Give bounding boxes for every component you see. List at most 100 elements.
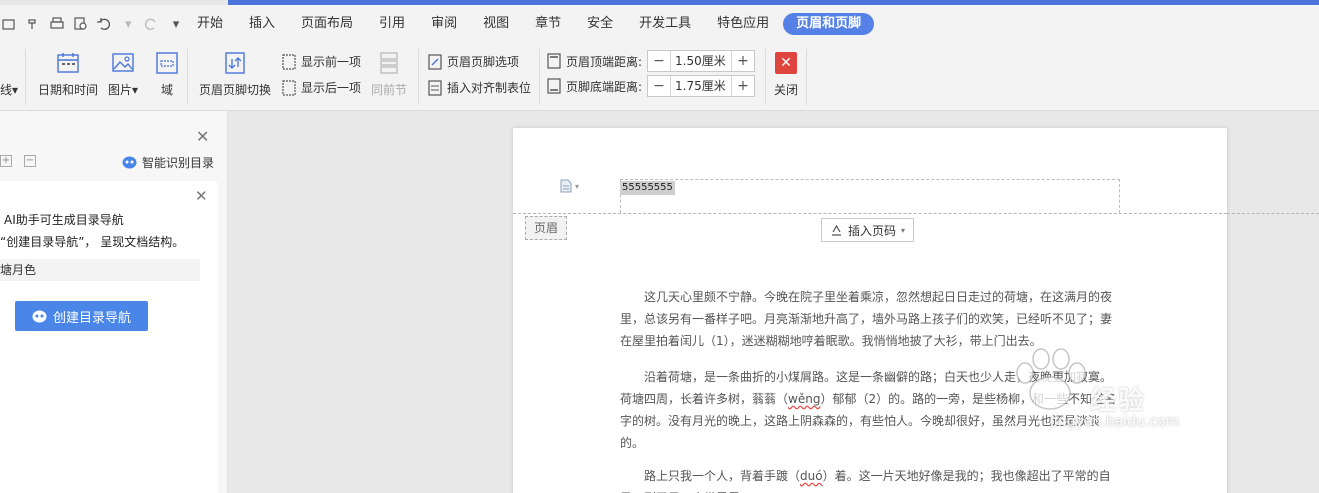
tab-header-footer[interactable]: 页眉和页脚 (783, 13, 875, 35)
header-footer-switch-button[interactable]: 页眉页脚切换 (199, 51, 271, 98)
expand-icon[interactable]: + (0, 155, 12, 167)
same-as-previous-label: 同前节 (371, 83, 408, 97)
insert-align-tab-button[interactable]: 插入对齐制表位 (428, 79, 531, 96)
collapse-icon[interactable]: − (24, 155, 36, 167)
date-time-label: 日期和时间 (38, 83, 99, 97)
panel-tools: + − (0, 155, 36, 167)
plus-icon[interactable]: + (732, 76, 754, 96)
ribbon-divider (418, 49, 419, 105)
navigation-panel: ✕ + − 智能识别目录 ✕ AI助手可生成目录导航 “创建目录导航”， 呈现文… (0, 111, 228, 493)
close-label: 关闭 (774, 83, 799, 97)
align-tab-icon (428, 79, 442, 96)
chevron-down-icon[interactable]: ▾ (119, 15, 137, 33)
tab-home[interactable]: 开始 (185, 13, 235, 35)
close-header-footer-button[interactable]: ✕ 关闭 (774, 52, 798, 98)
watermark-brand: 经验 (1090, 386, 1147, 416)
ai-robot-icon (122, 156, 137, 169)
plus-icon[interactable]: + (732, 51, 754, 71)
ribbon-divider (765, 49, 766, 105)
tab-references[interactable]: 引用 (367, 13, 417, 35)
header-boundary (513, 213, 1227, 214)
create-toc-button[interactable]: 创建目录导航 (15, 301, 148, 331)
date-time-button[interactable]: 日期和时间 (38, 51, 98, 98)
line-button-label: 线 (0, 83, 13, 97)
spellcheck-word: wěng (788, 392, 821, 406)
header-top-icon (547, 53, 561, 69)
same-as-previous-button[interactable]: 同前节 (371, 51, 407, 98)
footer-bottom-stepper[interactable]: − 1.75厘米 + (647, 75, 756, 97)
header-footer-options-button[interactable]: 页眉页脚选项 (428, 53, 519, 70)
tab-developer[interactable]: 开发工具 (627, 13, 703, 35)
calendar-icon (57, 53, 79, 73)
minus-icon[interactable]: − (648, 51, 670, 71)
paragraph[interactable]: 路上只我一个人，背着手踱（duó）着。这一片天地好像是我的；我也像超出了平常的自… (620, 465, 1120, 493)
options-icon (428, 53, 442, 70)
show-previous-icon (282, 53, 296, 70)
tab-review[interactable]: 审阅 (419, 13, 469, 35)
card-hint: “创建目录导航”， 呈现文档结构。 (0, 235, 185, 249)
tab-security[interactable]: 安全 (575, 13, 625, 35)
paragraph-text: 这几天心里颇不宁静。今晚在院子里坐着乘凉，忽然想起日日走过的荷塘，在这满月的夜里… (620, 290, 1113, 348)
show-next-icon (282, 79, 296, 96)
print-preview-icon[interactable] (72, 15, 90, 33)
watermark-url: jingyan.baidu.com (1050, 414, 1180, 430)
header-text[interactable]: 55555555 (620, 181, 675, 195)
paw-watermark-icon (1016, 348, 1086, 410)
show-previous-label: 显示前一项 (301, 55, 362, 69)
tab-page-layout[interactable]: 页面布局 (289, 13, 365, 35)
tab-view[interactable]: 视图 (471, 13, 521, 35)
ai-assistant-card: ✕ AI助手可生成目录导航 “创建目录导航”， 呈现文档结构。 塘月色 创建目录… (0, 181, 218, 493)
field-icon (156, 52, 178, 74)
show-previous-button[interactable]: 显示前一项 (282, 53, 361, 70)
footer-bottom-value[interactable]: 1.75厘米 (670, 76, 733, 96)
insert-page-number-label: 插入页码 (847, 223, 896, 238)
switch-icon (225, 52, 245, 74)
header-top-value[interactable]: 1.50厘米 (670, 51, 733, 71)
same-as-previous-icon (380, 52, 398, 74)
ribbon-divider (806, 49, 807, 105)
header-options-dropdown[interactable]: ▾ (560, 179, 579, 193)
paragraph-text: 路上只我一个人，背着手踱（duó）着。这一片天地好像是我的；我也像超出了平常的自… (620, 465, 1120, 493)
footer-bottom-distance: 页脚底端距离: − 1.75厘米 + (547, 75, 756, 97)
quick-access-toolbar: ▾ ▾ (0, 5, 185, 43)
menu-bar: ▾ ▾ 开始 插入 页面布局 引用 审阅 视图 章节 安全 开发工具 特色应用 … (0, 5, 1319, 43)
header-label: 页眉 (525, 216, 567, 240)
document-page[interactable]: ▾ 55555555 页眉 插入页码 ▾ 这几天心里颇不宁静。今晚在院子里坐着乘… (513, 128, 1227, 493)
spellcheck-word: duó (800, 469, 823, 483)
ai-robot-icon (32, 310, 47, 322)
smart-detect-label: 智能识别目录 (142, 156, 215, 170)
field-button[interactable]: 域 (155, 51, 179, 98)
show-next-button[interactable]: 显示后一项 (282, 79, 361, 96)
card-description: AI助手可生成目录导航 (4, 213, 124, 227)
print-icon[interactable] (48, 15, 66, 33)
undo-icon[interactable] (96, 15, 114, 33)
tab-features[interactable]: 特色应用 (705, 13, 781, 35)
picture-button[interactable]: 图片▾ (108, 51, 138, 98)
ribbon-divider (25, 49, 26, 105)
document-icon (560, 179, 572, 193)
chevron-down-icon: ▾ (901, 225, 906, 235)
redo-icon[interactable] (143, 15, 161, 33)
smart-detect-toc-button[interactable]: 智能识别目录 (122, 154, 214, 171)
options-label: 页眉页脚选项 (447, 55, 520, 69)
minus-icon[interactable]: − (648, 76, 670, 96)
tab-insert[interactable]: 插入 (237, 13, 287, 35)
close-icon[interactable]: ✕ (196, 127, 209, 146)
open-folder-icon[interactable] (0, 15, 18, 33)
tab-sections[interactable]: 章节 (523, 13, 573, 35)
header-area[interactable] (620, 179, 1120, 213)
close-icon[interactable]: ✕ (195, 187, 208, 205)
line-button[interactable]: 线▾ (0, 81, 18, 98)
customize-toolbar-icon[interactable]: ▾ (167, 15, 185, 33)
header-top-label: 页眉顶端距离: (566, 54, 643, 69)
header-boundary-extension (1227, 213, 1319, 214)
header-top-stepper[interactable]: − 1.50厘米 + (647, 50, 756, 72)
paragraph[interactable]: 这几天心里颇不宁静。今晚在院子里坐着乘凉，忽然想起日日走过的荷塘，在这满月的夜里… (620, 286, 1120, 352)
format-painter-icon[interactable] (24, 15, 42, 33)
field-label: 域 (160, 83, 173, 97)
document-title-field: 塘月色 (0, 259, 200, 281)
ribbon-toolbar: 线▾ 日期和时间 图片▾ 域 页眉页脚切换 显示前一项 显示后一项 同前节 页眉… (0, 43, 1319, 111)
create-toc-label: 创建目录导航 (52, 310, 131, 326)
ribbon-divider (539, 49, 540, 105)
insert-page-number-button[interactable]: 插入页码 ▾ (821, 218, 914, 242)
